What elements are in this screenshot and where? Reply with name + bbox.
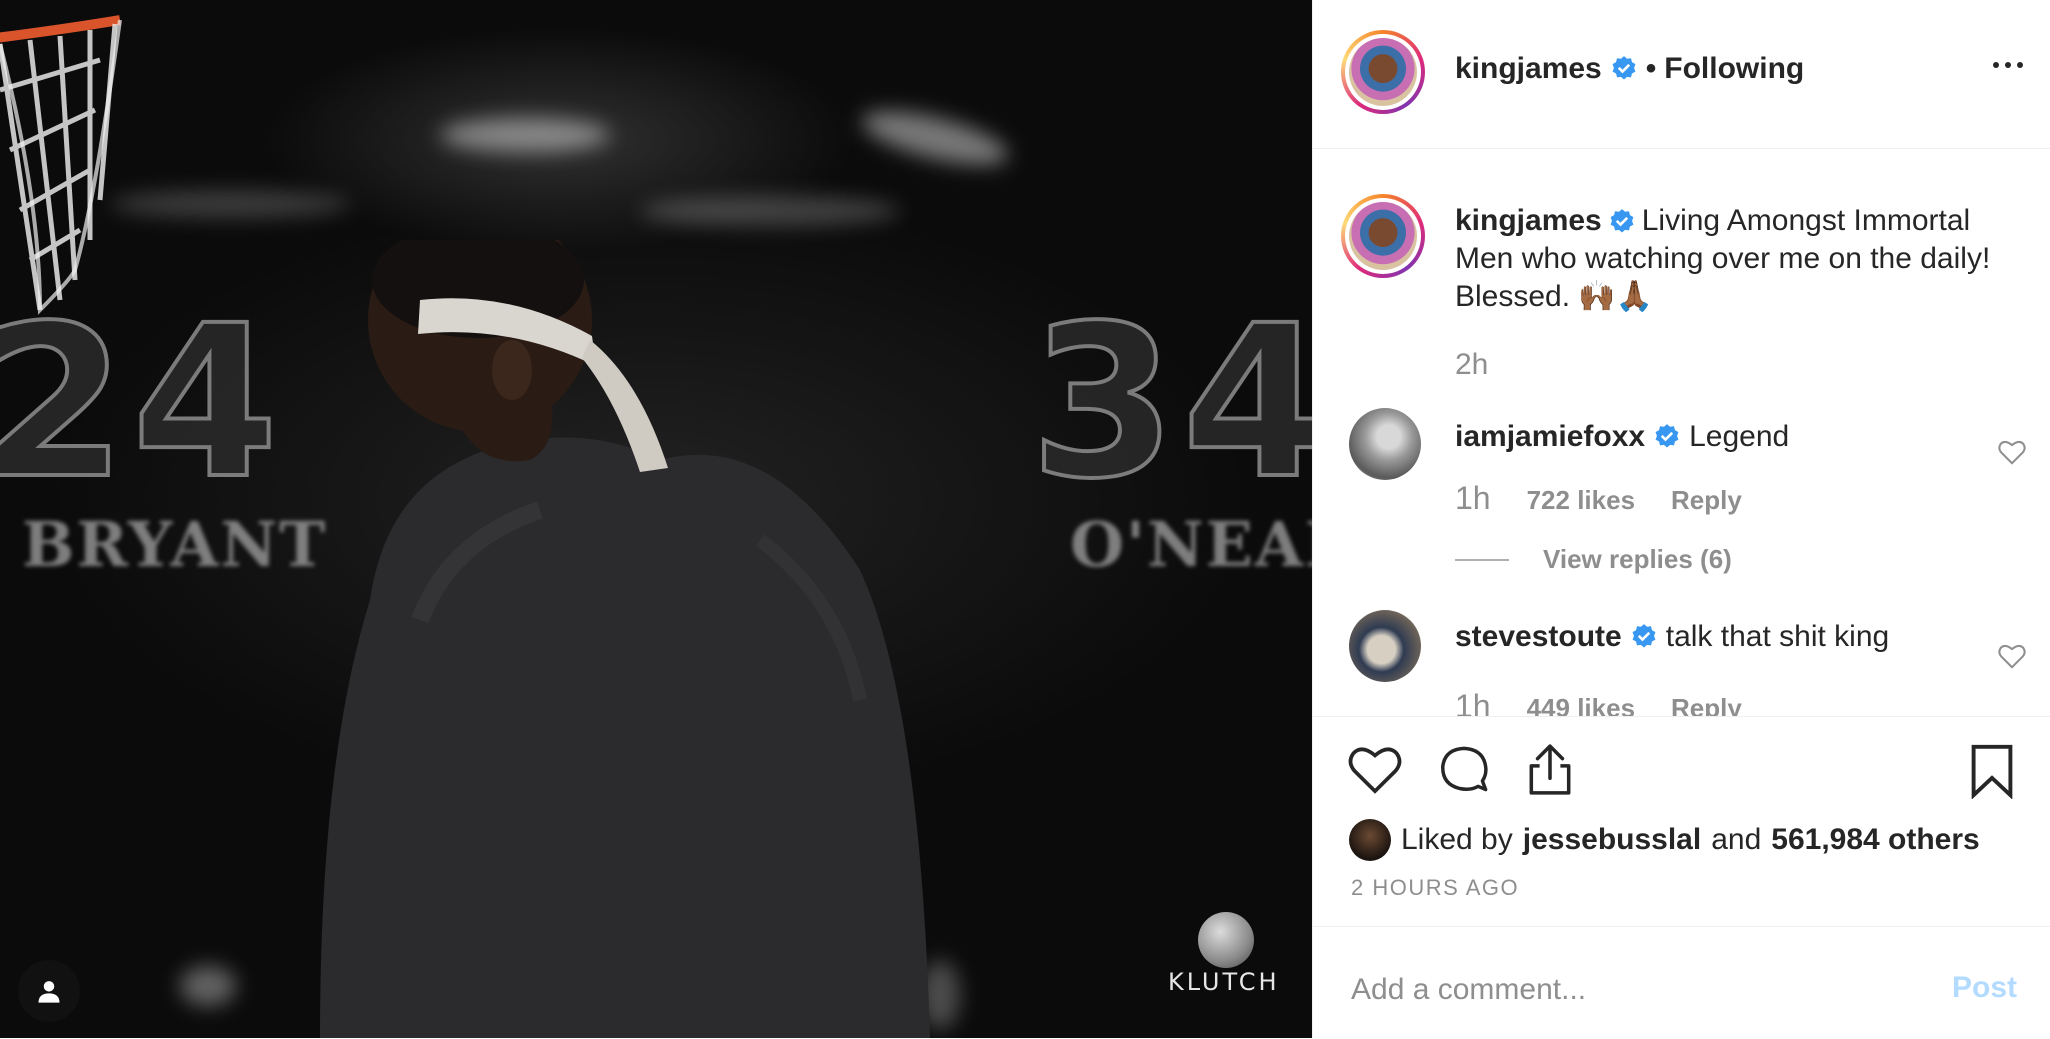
post-caption: kingjames Living Amongst Immortal Men wh…: [1455, 202, 2025, 316]
comments-list[interactable]: kingjames Living Amongst Immortal Men wh…: [1313, 148, 2050, 716]
jersey-number-right: 34: [1028, 278, 1312, 527]
ceiling-light: [180, 966, 236, 1006]
liked-by-prefix: Liked by: [1401, 823, 1513, 856]
ceiling-light: [857, 100, 1013, 176]
view-replies-label: View replies (6): [1543, 544, 1732, 574]
following-button[interactable]: Following: [1664, 52, 1804, 86]
jersey-number-left: 24: [0, 278, 285, 527]
comment-avatar[interactable]: [1349, 408, 1421, 480]
post-actions: Liked by jessebusslal and 561,984 others…: [1313, 716, 2050, 927]
comment-username[interactable]: iamjamiefoxx: [1455, 420, 1645, 454]
post-timestamp[interactable]: 2 HOURS AGO: [1351, 875, 1519, 901]
comment-like-heart-icon[interactable]: [1997, 642, 2027, 670]
comment-icon[interactable]: [1437, 743, 1491, 795]
more-options-icon[interactable]: [1993, 62, 2023, 68]
add-comment-bar: Post: [1313, 926, 2050, 1039]
replies-divider: [1455, 558, 1509, 561]
comment-like-heart-icon[interactable]: [1997, 438, 2027, 466]
comment-likes[interactable]: 449 likes: [1527, 693, 1635, 716]
verified-badge-icon: [1632, 624, 1656, 648]
post-photo[interactable]: 24 BRYANT 34 O'NEAL KLUTCH: [0, 0, 1312, 1038]
view-replies-button[interactable]: View replies (6): [1455, 544, 1732, 575]
caption-avatar[interactable]: [1341, 194, 1425, 278]
liked-by-avatar[interactable]: [1349, 819, 1391, 861]
post-sidebar: kingjames • Following kingjames Living A…: [1312, 0, 2050, 1038]
verified-badge-icon: [1612, 56, 1636, 80]
profile-avatar[interactable]: [1341, 30, 1425, 114]
post-button[interactable]: Post: [1952, 971, 2017, 1005]
caption-time[interactable]: 2h: [1455, 348, 1488, 382]
comment-time[interactable]: 1h: [1455, 480, 1491, 517]
comment-avatar[interactable]: [1349, 610, 1421, 682]
jersey-name-left: BRYANT: [22, 508, 328, 581]
header-username[interactable]: kingjames: [1455, 52, 1602, 86]
heart-icon[interactable]: [1347, 743, 1403, 795]
reply-button[interactable]: Reply: [1671, 485, 1742, 516]
comment-input[interactable]: [1349, 969, 1913, 1011]
comment-username[interactable]: stevestoute: [1455, 620, 1622, 654]
user-tag-icon: [38, 981, 60, 1003]
comment-likes[interactable]: 722 likes: [1527, 485, 1635, 516]
user-tag-button[interactable]: [18, 960, 80, 1022]
liked-by-others[interactable]: 561,984 others: [1771, 823, 1979, 857]
comment-text: Legend: [1689, 420, 1790, 453]
bookmark-icon[interactable]: [1969, 743, 2015, 799]
header-separator: •: [1645, 52, 1657, 85]
ceiling-light: [440, 118, 610, 152]
caption-username[interactable]: kingjames: [1455, 204, 1602, 237]
ceiling-light: [640, 196, 900, 226]
comment-time[interactable]: 1h: [1455, 688, 1491, 716]
player-figure: [320, 240, 930, 1038]
klutch-watermark: KLUTCH: [1168, 968, 1280, 996]
liked-by-user[interactable]: jessebusslal: [1523, 823, 1701, 857]
verified-badge-icon: [1610, 209, 1634, 233]
liked-by-and: and: [1711, 823, 1762, 856]
jersey-name-right: O'NEAL: [1070, 508, 1312, 581]
share-icon[interactable]: [1525, 743, 1575, 797]
post-header: kingjames • Following: [1313, 0, 2050, 149]
reply-button[interactable]: Reply: [1671, 693, 1742, 716]
liked-by-row: Liked by jessebusslal and 561,984 others: [1349, 819, 1980, 861]
verified-badge-icon: [1655, 424, 1679, 448]
klutch-logo: [1198, 912, 1254, 968]
comment-text: talk that shit king: [1665, 620, 1890, 653]
